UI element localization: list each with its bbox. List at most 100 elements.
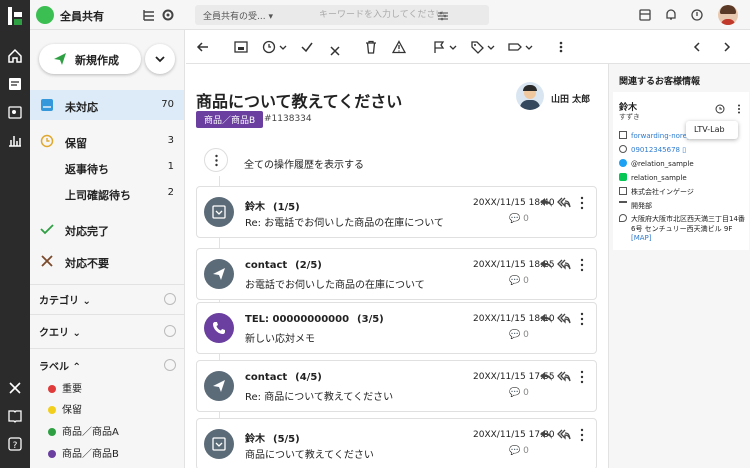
ticket-label-tag[interactable]: 商品／商品B [196, 111, 264, 128]
trash-icon[interactable] [364, 40, 378, 54]
label-name: 商品／商品B [62, 449, 119, 460]
comment-count[interactable]: 💬 0 [509, 276, 529, 286]
message-card[interactable]: contact (4/5) Re: 商品について教えてください 20XX/11/1… [196, 360, 597, 412]
show-history-button[interactable]: 全ての操作履歴を表示する [196, 144, 597, 176]
workspace-title[interactable]: 全員共有 [60, 8, 104, 24]
reply-all-icon[interactable] [557, 196, 571, 208]
add-category-button[interactable] [164, 293, 176, 305]
comment-count[interactable]: 💬 0 [509, 446, 529, 456]
help-icon[interactable]: ? [7, 436, 23, 452]
section-label-label: ラベル [39, 362, 69, 373]
label-item[interactable]: 保留 [48, 401, 82, 416]
check-icon [40, 224, 54, 235]
comment-count[interactable]: 💬 0 [509, 214, 529, 224]
customer-line-row[interactable]: relation_sample [619, 173, 687, 182]
gear-icon[interactable] [161, 8, 175, 22]
new-create-dropdown-button[interactable] [145, 44, 175, 74]
new-create-label: 新規作成 [75, 54, 119, 67]
reply-icon[interactable] [539, 428, 553, 440]
message-card[interactable]: 鈴木 (5/5) 商品について教えてください 20XX/11/15 17:30 💬… [196, 418, 597, 468]
reply-icon[interactable] [539, 258, 553, 270]
customer-twitter-row[interactable]: @relation_sample [619, 159, 694, 168]
comment-icon: 💬 [509, 446, 521, 456]
prev-ticket-icon[interactable] [692, 40, 702, 54]
clock-icon[interactable] [715, 104, 725, 114]
message-card[interactable]: TEL: 00000000000 (3/5) 新しい応対メモ 20XX/11/15… [196, 302, 597, 354]
label-dot-icon [48, 428, 56, 436]
chevron-down-icon[interactable] [448, 40, 458, 54]
assignee-avatar[interactable] [516, 82, 544, 110]
archive-icon[interactable] [234, 40, 248, 54]
analytics-icon[interactable] [7, 132, 23, 148]
notification-icon[interactable] [690, 8, 704, 22]
spam-warning-icon[interactable] [392, 40, 406, 54]
flag-icon[interactable] [432, 40, 446, 54]
contacts-icon[interactable] [7, 104, 23, 120]
reply-icon[interactable] [539, 196, 553, 208]
label-item[interactable]: 商品／商品B [48, 445, 119, 460]
customer-card[interactable]: 鈴木 すずき forwarding-norepl 09012345678 ▯ @… [613, 92, 749, 250]
section-label[interactable]: ラベル ⌃ [39, 358, 81, 373]
message-card[interactable]: contact (2/5) お電話でお伺いした商品の在庫について 20XX/11/… [196, 248, 597, 300]
chevron-down-icon[interactable] [278, 40, 288, 54]
status-not-needed[interactable]: 対応不要 [30, 246, 184, 276]
check-done-icon[interactable] [300, 40, 314, 54]
comment-count[interactable]: 💬 0 [509, 330, 529, 340]
reply-icon[interactable] [539, 312, 553, 324]
tools-icon[interactable] [7, 380, 23, 396]
home-icon[interactable] [7, 48, 23, 64]
map-link[interactable]: [MAP] [631, 234, 652, 242]
search-filter-icon[interactable] [436, 9, 450, 23]
back-arrow-icon[interactable] [196, 40, 210, 54]
manual-book-icon[interactable] [7, 408, 23, 424]
tree-icon[interactable] [142, 8, 156, 22]
customer-company: 株式会社インゲージ [631, 188, 694, 196]
more-vertical-icon[interactable] [580, 370, 584, 384]
chevron-down-icon[interactable] [524, 40, 534, 54]
workspace-icon[interactable] [36, 6, 54, 24]
reply-all-icon[interactable] [557, 370, 571, 382]
reply-all-icon[interactable] [557, 428, 571, 440]
search-scope-select[interactable]: 全員共有の受... ▾ [195, 5, 313, 25]
section-query[interactable]: クエリ ⌄ [39, 324, 81, 339]
divider [30, 348, 184, 349]
new-create-button[interactable]: 新規作成 [39, 44, 141, 74]
section-category-label: カテゴリ [39, 296, 79, 307]
more-vertical-icon[interactable] [580, 196, 584, 210]
more-vertical-icon[interactable] [580, 258, 584, 272]
reply-icon[interactable] [539, 370, 553, 382]
close-icon[interactable] [328, 44, 342, 58]
label-icon[interactable] [508, 40, 522, 54]
more-vertical-icon[interactable] [737, 104, 741, 114]
inbox-nav-icon[interactable] [7, 76, 23, 92]
label-item[interactable]: 重要 [48, 380, 82, 395]
trash-box-icon[interactable] [638, 8, 652, 22]
snooze-clock-icon[interactable] [262, 40, 276, 54]
bell-icon[interactable] [664, 8, 678, 22]
add-label-button[interactable] [164, 359, 176, 371]
customer-phone-row[interactable]: 09012345678 ▯ [619, 145, 686, 154]
more-vertical-icon[interactable] [580, 312, 584, 326]
label-item[interactable]: 商品／商品A [48, 423, 119, 438]
chevron-down-icon[interactable] [486, 40, 496, 54]
more-vertical-icon[interactable] [558, 40, 564, 54]
more-vertical-icon[interactable] [580, 428, 584, 442]
message-card[interactable]: 鈴木 (1/5) Re: お電話でお伺いした商品の在庫について 20XX/11/1… [196, 186, 597, 238]
status-manager-check[interactable]: 上司確認待ち 2 [30, 178, 184, 208]
reply-all-icon[interactable] [557, 258, 571, 270]
section-category[interactable]: カテゴリ ⌄ [39, 292, 91, 307]
comment-count-value: 0 [523, 214, 529, 224]
comment-count[interactable]: 💬 0 [509, 388, 529, 398]
customer-email-row[interactable]: forwarding-norepl [619, 131, 693, 140]
status-completed[interactable]: 対応完了 [30, 214, 184, 244]
customer-phone[interactable]: 09012345678 [631, 146, 680, 154]
label-dot-icon [48, 406, 56, 414]
status-unhandled[interactable]: 未対応 70 [30, 90, 184, 120]
tag-icon[interactable] [470, 40, 484, 54]
customer-email[interactable]: forwarding-norepl [631, 132, 693, 140]
reply-all-icon[interactable] [557, 312, 571, 324]
next-ticket-icon[interactable] [722, 40, 732, 54]
user-avatar[interactable] [718, 5, 738, 25]
add-query-button[interactable] [164, 325, 176, 337]
search-input[interactable] [313, 5, 489, 25]
